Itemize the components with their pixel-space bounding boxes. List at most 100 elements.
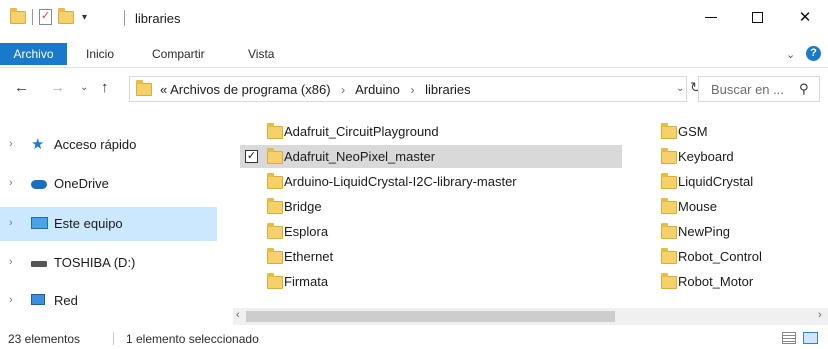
help-icon[interactable]: ? <box>806 46 821 61</box>
ribbon: Archivo Inicio Compartir Vista ⌄ ? <box>0 38 828 68</box>
close-button[interactable]: ✕ <box>782 0 828 34</box>
minimize-icon <box>705 16 717 18</box>
file-name: Esplora <box>284 224 329 239</box>
network-icon <box>31 294 45 305</box>
up-arrow-icon[interactable]: ↑ <box>101 79 109 96</box>
chevron-right-icon[interactable]: › <box>9 217 13 229</box>
drive-icon <box>31 261 47 267</box>
selection-count: 1 elemento seleccionado <box>126 332 259 346</box>
list-item[interactable]: NewPing <box>634 220 824 243</box>
sidebar-item-label: Acceso rápido <box>54 137 137 152</box>
search-icon[interactable]: ⚲ <box>799 81 809 97</box>
list-item[interactable]: GSM <box>634 120 824 143</box>
file-name: Firmata <box>284 274 329 289</box>
tab-compartir[interactable]: Compartir <box>152 43 205 65</box>
quick-access-toolbar: ▾ <box>10 7 87 25</box>
status-separator <box>113 332 114 345</box>
new-folder-icon[interactable] <box>58 7 74 24</box>
folder-icon <box>661 148 677 164</box>
file-name: Arduino-LiquidCrystal-I2C-library-master <box>284 174 517 189</box>
list-item[interactable]: Keyboard <box>634 145 824 168</box>
list-item[interactable]: Mouse <box>634 195 824 218</box>
folder-icon <box>661 198 677 214</box>
breadcrumb-item[interactable]: Archivos de programa (x86) <box>170 82 330 97</box>
list-item-selected[interactable]: ✓ Adafruit_NeoPixel_master <box>240 145 622 168</box>
search-input[interactable]: Buscar en ... ⚲ <box>698 76 820 102</box>
tab-inicio[interactable]: Inicio <box>86 43 114 65</box>
list-item[interactable]: Ethernet <box>240 245 622 268</box>
sidebar-item-label: TOSHIBA (D:) <box>54 255 136 270</box>
folder-icon <box>10 7 26 24</box>
chevron-right-icon[interactable]: › <box>341 83 345 97</box>
search-placeholder: Buscar en ... <box>711 82 784 97</box>
list-item[interactable]: Arduino-LiquidCrystal-I2C-library-master <box>240 170 622 193</box>
sidebar-item-label: Este equipo <box>54 216 123 231</box>
folder-icon <box>661 173 677 189</box>
file-name: Adafruit_NeoPixel_master <box>284 149 436 164</box>
item-count: 23 elementos <box>8 332 81 346</box>
list-item[interactable]: Adafruit_CircuitPlayground <box>240 120 622 143</box>
horizontal-scrollbar[interactable]: ‹ › <box>233 308 828 325</box>
breadcrumb: « Archivos de programa (x86) › Arduino ›… <box>160 82 471 97</box>
file-name: Bridge <box>284 199 322 214</box>
file-name: Keyboard <box>678 149 734 164</box>
title-bar: ▾ libraries ✕ <box>0 0 828 38</box>
minimize-button[interactable] <box>688 0 734 34</box>
list-item[interactable]: Robot_Control <box>634 245 824 268</box>
list-item[interactable]: Bridge <box>240 195 622 218</box>
scrollbar-thumb[interactable] <box>246 311 615 322</box>
tab-archivo[interactable]: Archivo <box>0 43 67 65</box>
file-name: NewPing <box>678 224 731 239</box>
folder-icon <box>267 248 283 264</box>
folder-icon <box>661 123 677 139</box>
title-separator <box>124 10 125 26</box>
sidebar-item-label: Red <box>54 293 78 308</box>
scroll-right-icon[interactable]: › <box>818 309 822 321</box>
chevron-right-icon[interactable]: › <box>9 256 13 268</box>
forward-arrow-icon[interactable]: → <box>50 79 65 96</box>
address-dropdown-icon[interactable]: ⌄ <box>676 83 684 94</box>
properties-icon[interactable] <box>39 9 52 25</box>
file-name: Adafruit_CircuitPlayground <box>284 124 439 139</box>
details-view-icon[interactable] <box>782 332 796 344</box>
address-bar[interactable]: « Archivos de programa (x86) › Arduino ›… <box>129 76 687 102</box>
expand-ribbon-icon[interactable]: ⌄ <box>786 48 795 61</box>
file-name: LiquidCrystal <box>678 174 754 189</box>
folder-icon <box>661 223 677 239</box>
chevron-right-icon[interactable]: › <box>411 83 415 97</box>
folder-icon <box>661 273 677 289</box>
folder-icon <box>267 148 283 164</box>
list-item[interactable]: Esplora <box>240 220 622 243</box>
sidebar-item-toshiba[interactable]: › TOSHIBA (D:) <box>0 246 217 280</box>
computer-icon <box>31 217 48 229</box>
tab-vista[interactable]: Vista <box>248 43 274 65</box>
sidebar-item-acceso-rapido[interactable]: › ★ Acceso rápido <box>0 128 217 162</box>
list-item[interactable]: LiquidCrystal <box>634 170 824 193</box>
maximize-button[interactable] <box>734 0 780 34</box>
chevron-right-icon[interactable]: › <box>9 177 13 189</box>
folder-icon <box>267 198 283 214</box>
file-name: GSM <box>678 124 708 139</box>
chevron-right-icon[interactable]: › <box>9 138 13 150</box>
large-icons-view-icon[interactable] <box>803 332 818 344</box>
breadcrumb-item[interactable]: Arduino <box>355 82 400 97</box>
close-icon: ✕ <box>798 9 812 26</box>
breadcrumb-overflow[interactable]: « <box>160 82 167 97</box>
folder-icon <box>267 123 283 139</box>
folder-icon <box>267 223 283 239</box>
checkbox[interactable]: ✓ <box>245 150 258 163</box>
file-name: Mouse <box>678 199 718 214</box>
folder-icon <box>267 173 283 189</box>
sidebar-item-red[interactable]: › Red <box>0 284 217 318</box>
breadcrumb-item[interactable]: libraries <box>425 82 471 97</box>
sidebar-item-onedrive[interactable]: › OneDrive <box>0 167 217 201</box>
qat-dropdown-icon[interactable]: ▾ <box>82 12 87 23</box>
navigation-pane: › ★ Acceso rápido › OneDrive › Este equi… <box>0 110 233 327</box>
list-item[interactable]: Firmata <box>240 270 622 293</box>
sidebar-item-este-equipo[interactable]: › Este equipo <box>0 207 217 241</box>
chevron-right-icon[interactable]: › <box>9 294 13 306</box>
list-item[interactable]: Robot_Motor <box>634 270 824 293</box>
recent-locations-chevron-icon[interactable]: ⌄ <box>80 82 88 93</box>
back-arrow-icon[interactable]: ← <box>14 79 29 96</box>
scroll-left-icon[interactable]: ‹ <box>236 309 240 321</box>
